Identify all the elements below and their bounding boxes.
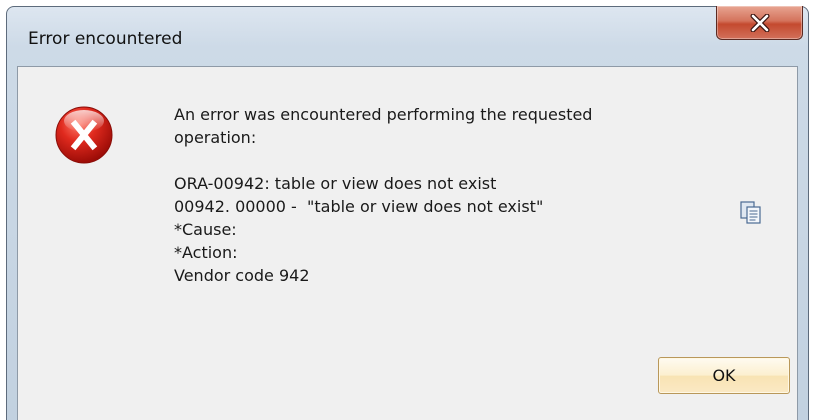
close-button[interactable]: [716, 6, 803, 40]
close-icon: [750, 13, 769, 32]
message-line: Vendor code 942: [174, 266, 310, 285]
error-icon: [55, 106, 113, 164]
dialog-body: An error was encountered performing the …: [17, 66, 798, 420]
message-line: *Cause:: [174, 220, 237, 239]
message-spacer: [174, 149, 734, 172]
message-line: An error was encountered performing the …: [174, 105, 593, 124]
window-title: Error encountered: [28, 29, 183, 49]
error-dialog-window: Error encountered An error was encounter…: [0, 0, 815, 420]
ok-button[interactable]: OK: [658, 357, 790, 394]
message-line: *Action:: [174, 243, 238, 262]
message-line: 00942. 00000 - "table or view does not e…: [174, 197, 544, 216]
message-line: operation:: [174, 128, 257, 147]
error-message: An error was encountered performing the …: [174, 103, 734, 287]
message-line: ORA-00942: table or view does not exist: [174, 174, 497, 193]
copy-icon[interactable]: [740, 201, 762, 225]
